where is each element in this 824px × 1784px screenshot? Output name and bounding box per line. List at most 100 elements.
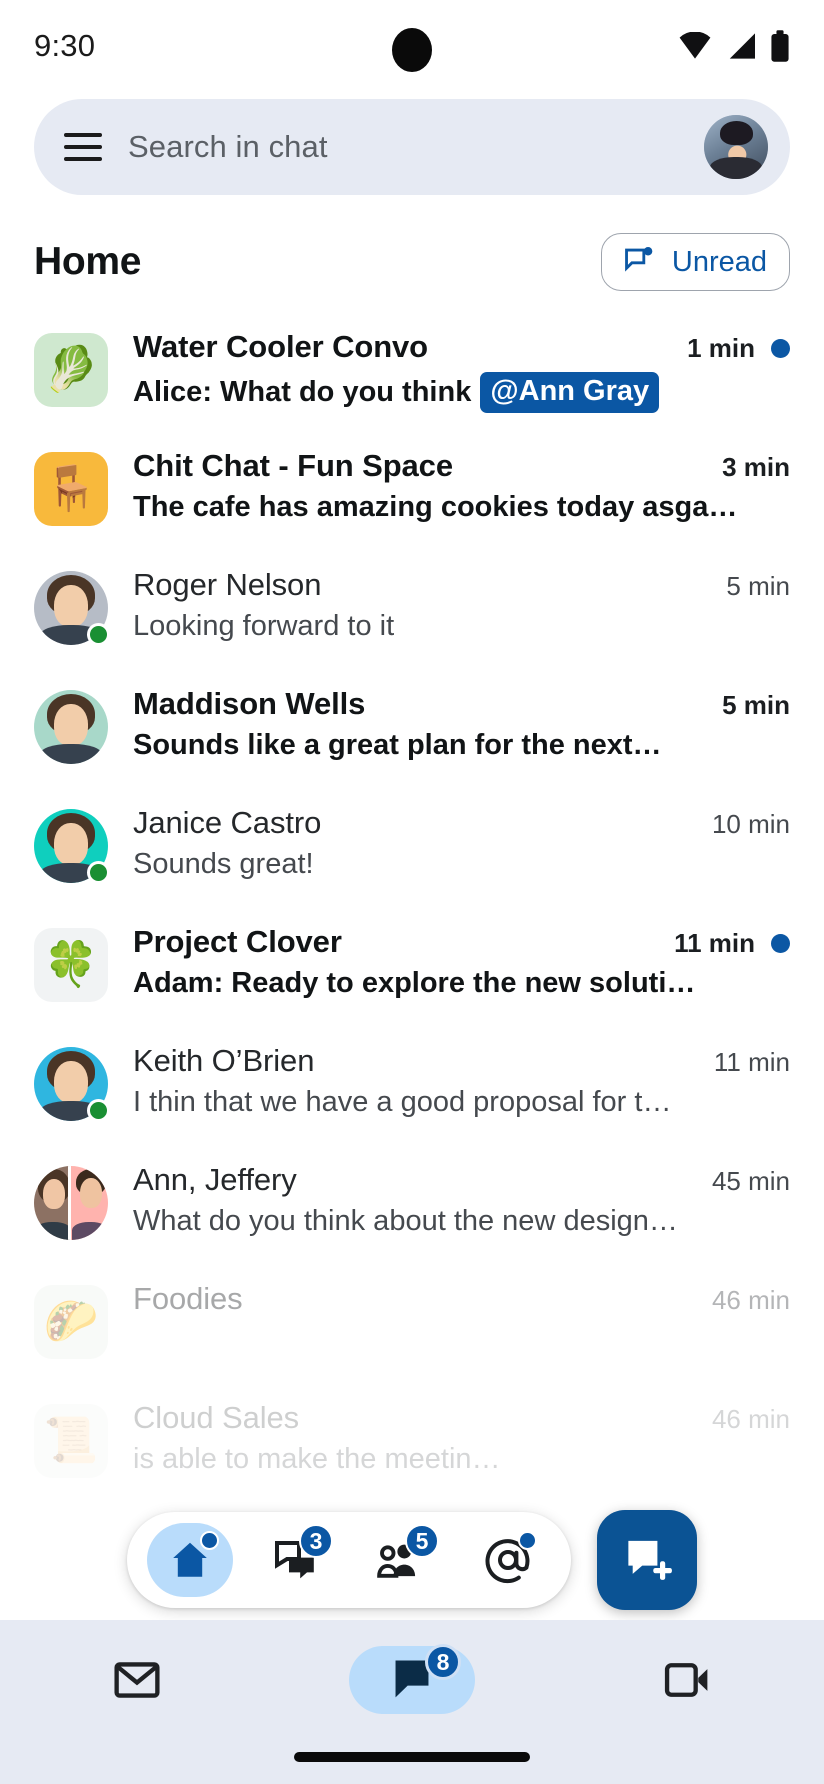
chat-unread-count: 8 — [424, 1644, 461, 1680]
conversation-avatar — [34, 690, 108, 764]
conversation-snippet: I thin that we have a good proposal for … — [133, 1086, 790, 1119]
conversation-row[interactable]: 🪑 Chit Chat - Fun Space 3 min The cafe has … — [0, 432, 824, 551]
conversation-name: Chit Chat - Fun Space — [133, 448, 453, 483]
group-photo-avatar — [34, 1166, 108, 1240]
conversation-snippet: Sounds like a great plan for the next… — [133, 729, 790, 762]
space-avatar: 🪑 — [34, 452, 108, 526]
status-bar: 9:30 — [0, 0, 824, 92]
conversation-row[interactable]: Roger Nelson 5 min Looking forward to it — [0, 551, 824, 670]
conversation-name: Ann, Jeffery — [133, 1162, 297, 1197]
conversation-name: Cloud Sales — [133, 1400, 300, 1435]
conversation-snippet: Sounds great! — [133, 848, 790, 881]
space-emoji-icon: 🪑 — [43, 464, 99, 513]
conversation-timestamp: 46 min — [711, 1404, 790, 1434]
mentions-badge-dot — [518, 1531, 537, 1550]
app-switcher-meet[interactable] — [624, 1646, 750, 1714]
chat-app-screen: 9:30 Search in chat Home Unread 🥬 Water … — [0, 0, 824, 1784]
snippet-text: Sounds great! — [133, 848, 314, 880]
conversation-row[interactable]: 🌮 Foodies 46 min — [0, 1265, 824, 1384]
hamburger-menu-icon[interactable] — [64, 133, 102, 161]
floating-navigation-area: 3 5 — [0, 1510, 824, 1610]
snippet-text: What do you think about the new design… — [133, 1205, 678, 1237]
compose-chat-icon — [628, 1540, 672, 1580]
unread-dot — [771, 339, 790, 358]
nav-item-mentions[interactable] — [465, 1523, 551, 1597]
search-bar[interactable]: Search in chat — [34, 99, 790, 195]
presence-online-indicator — [87, 623, 110, 646]
conversation-avatar: 📜 — [34, 1404, 108, 1478]
compose-fab-button[interactable] — [597, 1510, 697, 1610]
conversation-row[interactable]: Janice Castro 10 min Sounds great! — [0, 789, 824, 908]
conversation-avatar — [34, 1047, 110, 1122]
unread-filter-button[interactable]: Unread — [600, 233, 790, 291]
bottom-nav-bar[interactable]: 3 5 — [127, 1512, 571, 1608]
unread-dot — [771, 934, 790, 953]
conversation-name: Project Clover — [133, 924, 342, 959]
unread-chat-icon — [624, 246, 653, 272]
space-avatar: 📜 — [34, 1404, 108, 1478]
conversation-name: Foodies — [133, 1281, 243, 1316]
conversation-row[interactable]: Keith O’Brien 11 min I thin that we have a… — [0, 1027, 824, 1146]
snippet-text: is able to make the meetin… — [133, 1443, 501, 1475]
conversation-timestamp: 5 min — [726, 571, 790, 601]
conversation-snippet: What do you think about the new design… — [133, 1205, 790, 1238]
conversation-snippet: The cafe has amazing cookies today asga… — [133, 491, 790, 524]
conversation-timestamp: 1 min — [687, 333, 755, 363]
conversation-name: Janice Castro — [133, 805, 322, 840]
conversation-row[interactable]: 🥬 Water Cooler Convo 1 min Alice: What do y… — [0, 313, 824, 432]
conversation-row[interactable]: Maddison Wells 5 min Sounds like a great p… — [0, 670, 824, 789]
presence-online-indicator — [87, 861, 110, 884]
avatar[interactable] — [704, 115, 768, 179]
app-switcher-chat[interactable]: 8 — [348, 1644, 475, 1714]
app-switcher-bar[interactable]: 8 — [0, 1620, 824, 1784]
conversation-row[interactable]: Ann, Jeffery 45 min What do you think abou… — [0, 1146, 824, 1265]
snippet-text: Looking forward to it — [133, 610, 395, 642]
conversation-avatar — [34, 571, 110, 646]
conversation-name: Maddison Wells — [133, 686, 366, 721]
presence-online-indicator — [87, 1099, 110, 1122]
conversation-snippet: Looking forward to it — [133, 610, 790, 643]
conversation-avatar — [34, 809, 110, 884]
page-title: Home — [34, 240, 142, 283]
space-avatar: 🌮 — [34, 1285, 108, 1359]
snippet-text: Sounds like a great plan for the next… — [133, 729, 662, 761]
snippet-text: Alice: What do you think — [133, 376, 472, 408]
conversation-avatar: 🌮 — [34, 1285, 108, 1359]
gesture-home-bar — [294, 1752, 530, 1762]
conversation-avatar: 🥬 — [34, 333, 108, 407]
conversation-avatar — [34, 1166, 108, 1240]
conversation-snippet: Alice: What do you think @Ann Gray — [133, 372, 790, 413]
search-input[interactable]: Search in chat — [128, 129, 704, 165]
conversation-list[interactable]: 🥬 Water Cooler Convo 1 min Alice: What do y… — [0, 313, 824, 1503]
conversation-timestamp: 5 min — [722, 690, 790, 720]
conversation-timestamp: 11 min — [674, 928, 755, 958]
conversation-name: Keith O’Brien — [133, 1043, 315, 1078]
nav-item-chat[interactable]: 3 — [253, 1523, 339, 1597]
people-badge-count: 5 — [405, 1524, 439, 1558]
space-avatar: 🥬 — [34, 333, 108, 407]
conversation-avatar: 🍀 — [34, 928, 108, 1002]
chat-badge-count: 3 — [299, 1524, 333, 1558]
page-header: Home Unread — [0, 195, 824, 313]
conversation-row[interactable]: 📜 Cloud Sales 46 min is able to make the me… — [0, 1384, 824, 1503]
snippet-text: Adam: Ready to explore the new soluti… — [133, 967, 696, 999]
status-time: 9:30 — [34, 28, 96, 63]
conversation-snippet: is able to make the meetin… — [133, 1443, 790, 1476]
conversation-row[interactable]: 🍀 Project Clover 11 min Adam: Ready to expl… — [0, 908, 824, 1027]
nav-item-home[interactable] — [147, 1523, 233, 1597]
status-icons — [678, 30, 790, 62]
conversation-snippet: Adam: Ready to explore the new soluti… — [133, 967, 790, 1000]
nav-item-people[interactable]: 5 — [359, 1523, 445, 1597]
mention-chip: @Ann Gray — [480, 372, 660, 413]
snippet-text: The cafe has amazing cookies today asga… — [133, 491, 738, 523]
space-emoji-icon: 🌮 — [43, 1297, 99, 1346]
conversation-timestamp: 10 min — [711, 809, 790, 839]
space-avatar: 🍀 — [34, 928, 108, 1002]
unread-filter-label: Unread — [671, 245, 767, 278]
app-switcher-mail[interactable] — [74, 1646, 200, 1714]
conversation-timestamp: 46 min — [711, 1285, 790, 1315]
conversation-name: Roger Nelson — [133, 567, 322, 602]
contact-photo — [34, 690, 108, 764]
wifi-icon — [679, 32, 711, 59]
battery-icon — [771, 30, 789, 62]
